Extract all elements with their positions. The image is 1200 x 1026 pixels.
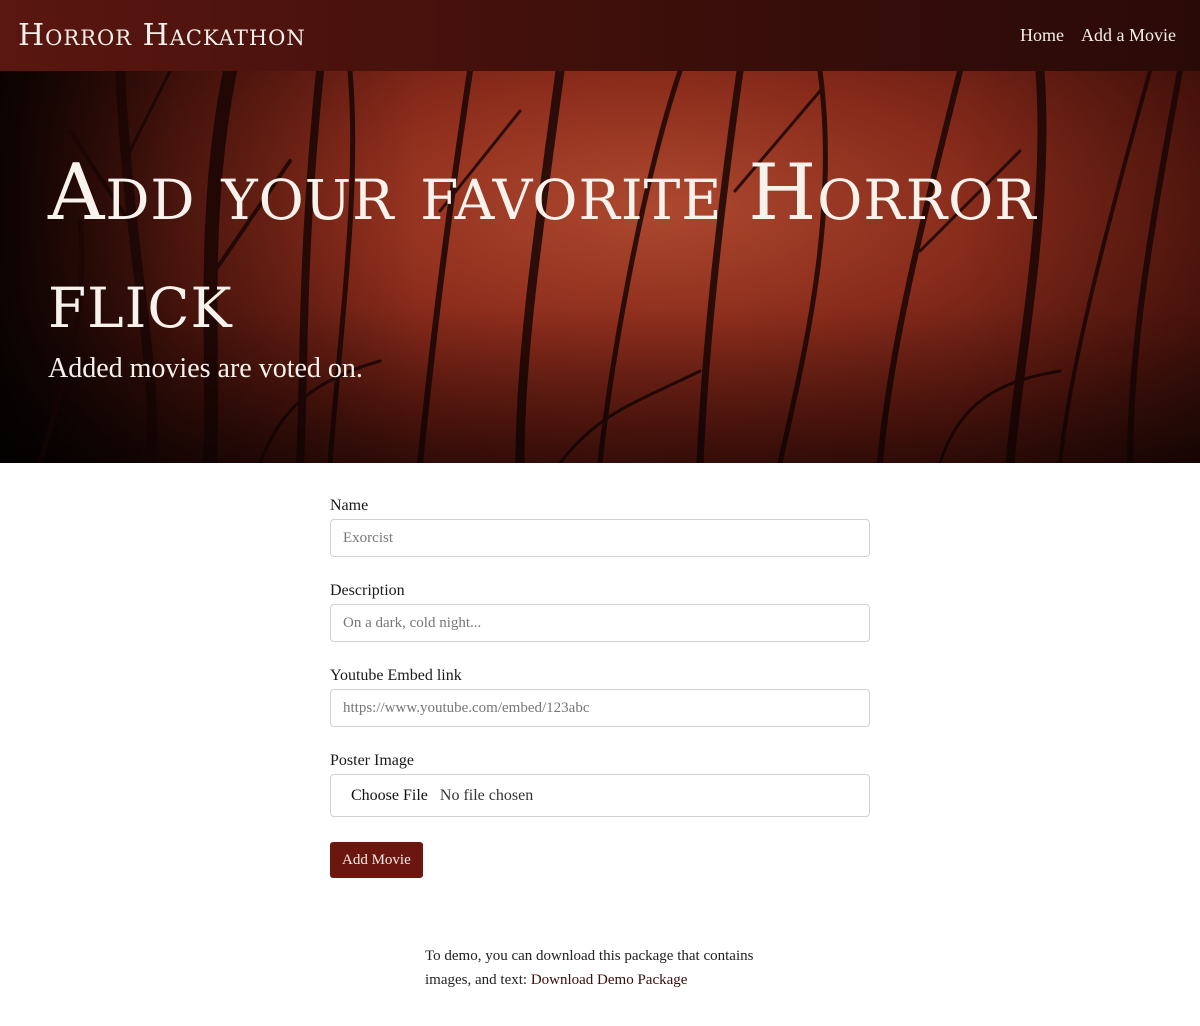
name-field-group: Name [330,495,870,557]
name-input[interactable] [330,519,870,557]
youtube-embed-label: Youtube Embed link [330,667,462,684]
nav-link-home[interactable]: Home [1020,25,1064,46]
download-demo-package-link[interactable]: Download Demo Package [531,972,688,988]
demo-note: To demo, you can download this package t… [425,944,785,992]
nav-links: Home Add a Movie [1020,25,1176,46]
choose-file-button[interactable]: Choose File [351,787,428,805]
description-input[interactable] [330,604,870,642]
nav-link-add-movie[interactable]: Add a Movie [1081,25,1176,46]
page-subtitle: Added movies are voted on. [48,353,363,384]
poster-image-label: Poster Image [330,752,414,769]
file-status-text: No file chosen [439,786,534,804]
add-movie-form: Name Description Youtube Embed link Post… [330,495,870,878]
youtube-embed-input[interactable] [330,689,870,727]
hero-banner: Add your favorite Horror flick Added mov… [0,71,1200,463]
poster-field-group: Poster Image Choose File No file chosen [330,750,870,817]
poster-file-input[interactable]: Choose File No file chosen [330,774,870,817]
page-title: Add your favorite Horror flick [48,148,1037,346]
description-field-group: Description [330,580,870,642]
brand-logo-link[interactable]: Horror Hackathon [18,18,306,53]
youtube-field-group: Youtube Embed link [330,665,870,727]
name-label: Name [330,497,369,514]
description-label: Description [330,582,405,599]
navbar: Horror Hackathon Home Add a Movie [0,0,1200,71]
add-movie-button[interactable]: Add Movie [330,842,423,878]
